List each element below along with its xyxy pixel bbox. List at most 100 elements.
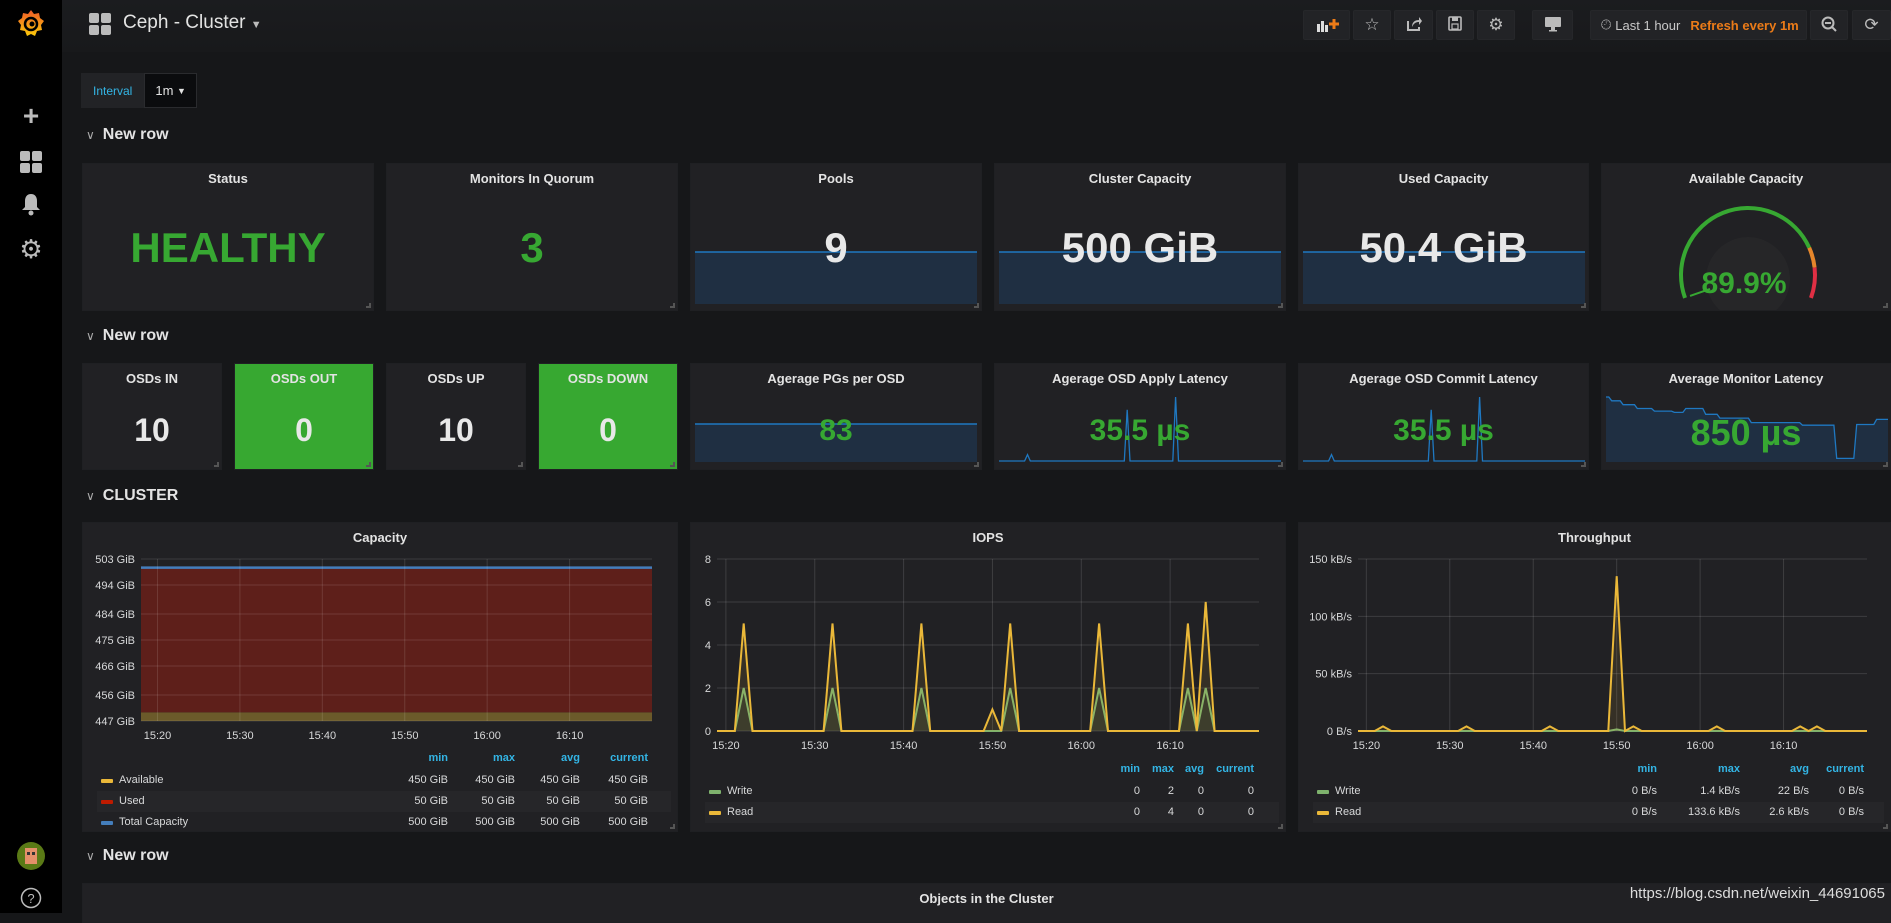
avatar[interactable] (0, 842, 62, 877)
legend-header-max[interactable]: max (493, 752, 515, 764)
legend-series-name[interactable]: Used (119, 795, 145, 807)
resize-handle[interactable] (670, 462, 675, 467)
legend-header-min[interactable]: min (1637, 763, 1657, 775)
refresh-button[interactable]: ⟳ (1852, 10, 1891, 40)
legend-header-current[interactable]: current (1826, 763, 1864, 775)
legend-header-avg[interactable]: avg (561, 752, 580, 764)
gauge-value: 89.9% (1701, 267, 1787, 300)
panel-osds-out[interactable]: OSDs OUT 0 (234, 363, 374, 470)
panel-throughput-graph[interactable]: Throughput 0 B/s 50 kB/s 100 kB/s 150 kB/s 1… (1298, 522, 1891, 832)
y-tick-label: 2 (705, 683, 711, 695)
dashboard-title[interactable]: Ceph - Cluster ▼ (123, 12, 262, 34)
legend-header-current[interactable]: current (1216, 763, 1254, 775)
resize-handle[interactable] (974, 303, 979, 308)
legend-color-swatch[interactable] (101, 821, 113, 825)
settings-button[interactable]: ⚙ (1477, 10, 1515, 40)
resize-handle[interactable] (1278, 303, 1283, 308)
panel-osds-in[interactable]: OSDs IN 10 (82, 363, 222, 470)
resize-handle[interactable] (1581, 303, 1586, 308)
legend-value-min: 0 (1133, 806, 1140, 818)
panel-used-capacity[interactable]: Used Capacity 50.4 GiB (1298, 163, 1589, 311)
resize-handle[interactable] (1883, 824, 1888, 829)
legend-series-name[interactable]: Write (1335, 785, 1360, 797)
bell-icon[interactable] (0, 192, 62, 223)
star-button[interactable]: ☆ (1353, 10, 1391, 40)
resize-handle[interactable] (1278, 824, 1283, 829)
legend-color-swatch[interactable] (1317, 811, 1329, 815)
legend-row[interactable]: Read 0 B/s 133.6 kB/s 2.6 kB/s 0 B/s (1313, 802, 1884, 823)
legend-series-name[interactable]: Read (1335, 806, 1361, 818)
row-title: New row (102, 126, 169, 143)
panel-objects-in-cluster[interactable]: Objects in the Cluster (82, 883, 1891, 923)
resize-handle[interactable] (1278, 462, 1283, 467)
help-icon[interactable]: ? (0, 887, 62, 916)
legend-header-avg[interactable]: avg (1185, 763, 1204, 775)
legend-header-max[interactable]: max (1718, 763, 1740, 775)
panel-pools[interactable]: Pools 9 (690, 163, 982, 311)
resize-handle[interactable] (1883, 462, 1888, 467)
legend-row[interactable]: Read 0 4 0 0 (705, 802, 1279, 823)
legend-color-swatch[interactable] (709, 811, 721, 815)
x-tick-label: 16:00 (1686, 740, 1714, 752)
resize-handle[interactable] (670, 824, 675, 829)
panel-osds-up[interactable]: OSDs UP 10 (386, 363, 526, 470)
panel-osds-down[interactable]: OSDs DOWN 0 (538, 363, 678, 470)
panel-pgs-per-osd[interactable]: Agerage PGs per OSD 83 (690, 363, 982, 470)
legend-series-name[interactable]: Read (727, 806, 753, 818)
x-tick-label: 16:10 (1770, 740, 1798, 752)
legend-row[interactable]: Used 50 GiB 50 GiB 50 GiB 50 GiB (97, 791, 671, 812)
chevron-down-icon: ∨ (86, 128, 95, 142)
resize-handle[interactable] (670, 303, 675, 308)
legend-row[interactable]: Available 450 GiB 450 GiB 450 GiB 450 GiB (97, 770, 671, 791)
panel-iops-graph[interactable]: IOPS 0 2 4 6 8 15:20 15:30 15:40 15:50 16:00 16:10… (690, 522, 1286, 832)
legend-value-min: 500 GiB (408, 816, 448, 828)
legend-header-avg[interactable]: avg (1790, 763, 1809, 775)
gear-icon[interactable]: ⚙ (0, 234, 62, 265)
row-header-cluster[interactable]: ∨ CLUSTER (86, 487, 178, 505)
panel-monitor-latency[interactable]: Average Monitor Latency 850 µs (1601, 363, 1891, 470)
legend-series-name[interactable]: Total Capacity (119, 816, 188, 828)
panel-status[interactable]: Status HEALTHY (82, 163, 374, 311)
add-panel-button[interactable] (1303, 10, 1350, 40)
legend-value-avg: 22 B/s (1777, 785, 1809, 797)
resize-handle[interactable] (366, 303, 371, 308)
legend-color-swatch[interactable] (1317, 790, 1329, 794)
legend-header-min[interactable]: min (428, 752, 448, 764)
panel-osd-commit-latency[interactable]: Agerage OSD Commit Latency 35.5 µs (1298, 363, 1589, 470)
resize-handle[interactable] (1581, 462, 1586, 467)
legend-row[interactable]: Total Capacity 500 GiB 500 GiB 500 GiB 500 G… (97, 812, 671, 831)
legend-row[interactable]: Write 0 2 0 0 (705, 781, 1279, 802)
resize-handle[interactable] (214, 462, 219, 467)
zoom-out-button[interactable] (1810, 10, 1848, 40)
row-header[interactable]: ∨ New row (86, 126, 169, 144)
panel-available-capacity[interactable]: Available Capacity 89.9% (1601, 163, 1891, 311)
save-button[interactable] (1436, 10, 1474, 40)
plus-icon[interactable]: + (0, 100, 62, 132)
cycle-view-mode-button[interactable] (1532, 10, 1573, 40)
resize-handle[interactable] (518, 462, 523, 467)
resize-handle[interactable] (1883, 303, 1888, 308)
legend-header-max[interactable]: max (1152, 763, 1174, 775)
legend-color-swatch[interactable] (101, 779, 113, 783)
legend-series-name[interactable]: Write (727, 785, 752, 797)
share-button[interactable] (1394, 10, 1433, 40)
row-header[interactable]: ∨ New row (86, 847, 169, 865)
legend-row[interactable]: Write 0 B/s 1.4 kB/s 22 B/s 0 B/s (1313, 781, 1884, 802)
grafana-logo[interactable] (0, 8, 62, 47)
panel-osd-apply-latency[interactable]: Agerage OSD Apply Latency 35.5 µs (994, 363, 1286, 470)
resize-handle[interactable] (974, 462, 979, 467)
dashboards-icon[interactable] (0, 150, 62, 181)
panel-capacity-graph[interactable]: Capacity 447 GiB 456 GiB 466 GiB 475 GiB 484… (82, 522, 678, 832)
time-picker-button[interactable]: 🕘︎ Last 1 hour Refresh every 1m (1590, 10, 1807, 40)
legend-series-name[interactable]: Available (119, 774, 163, 786)
legend-color-swatch[interactable] (709, 790, 721, 794)
legend-header-min[interactable]: min (1120, 763, 1140, 775)
row-header[interactable]: ∨ New row (86, 327, 169, 345)
legend-header-current[interactable]: current (610, 752, 648, 764)
legend-value-max: 1.4 kB/s (1700, 785, 1740, 797)
resize-handle[interactable] (366, 462, 371, 467)
panel-monitors-in-quorum[interactable]: Monitors In Quorum 3 (386, 163, 678, 311)
panel-cluster-capacity[interactable]: Cluster Capacity 500 GiB (994, 163, 1286, 311)
interval-select[interactable]: 1m ▼ (144, 73, 197, 108)
legend-color-swatch[interactable] (101, 800, 113, 804)
